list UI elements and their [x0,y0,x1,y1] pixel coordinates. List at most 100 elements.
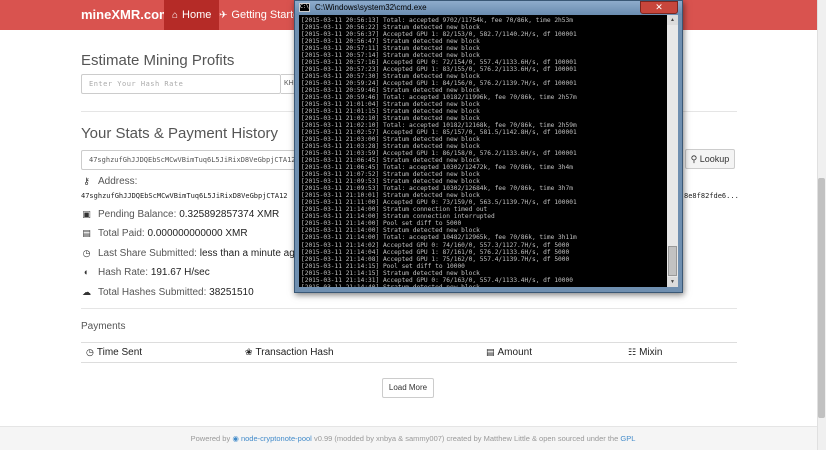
console-line: [2015-03-11 21:14:00] Total: accepted 10… [301,234,577,242]
dashboard-icon: ◐ [83,267,90,277]
console-line: [2015-03-11 20:56:13] Total: accepted 97… [301,17,573,24]
estimate-title: Estimate Mining Profits [81,52,235,69]
console-line: [2015-03-11 21:06:45] Total: accepted 10… [301,164,573,172]
stat-last-share: ◷ Last Share Submitted: less than a minut… [81,248,301,259]
console-line: [2015-03-11 21:09:53] Total: accepted 10… [301,185,573,193]
stats-title: Your Stats & Payment History [81,125,279,142]
load-more-button[interactable]: Load More [382,378,434,398]
column-mixin-label: Mixin [639,347,663,358]
stat-hash-rate: ◐ Hash Rate: 191.67 H/sec [81,267,210,278]
table-header-bottom-border [81,362,737,363]
page-scrollbar-thumb[interactable] [818,178,825,418]
footer-prefix: Powered by [190,434,231,443]
footer-text: Powered by ◉ node-cryptonote-pool v0.99 … [0,434,826,443]
console-line: [2015-03-11 20:56:22] Stratum detected n… [301,24,480,32]
column-amount-label: Amount [497,347,532,358]
console-line: [2015-03-11 21:14:00] Stratum detected n… [301,227,480,235]
column-mixin: ☷ Mixin [628,347,662,358]
paw-icon: ❀ [245,347,253,357]
console-line: [2015-03-11 21:14:40] Stratum detected n… [301,284,577,287]
table-header-top-border [81,342,737,343]
console-line: [2015-03-11 21:14:00] Stratum connection… [301,206,488,214]
footer-license-link[interactable]: GPL [620,434,635,443]
bank-icon: ▣ [82,209,91,219]
console-line: [2015-03-11 21:14:15] Stratum detected n… [301,269,480,277]
hash-rate-label: Hash Rate: [98,267,149,278]
console-line: [2015-03-11 21:03:00] Stratum detected n… [301,136,480,144]
console-line: [2015-03-11 21:02:10] Total: accepted 10… [301,122,577,130]
console-line: [2015-03-11 21:14:00] Stratum connection… [301,213,495,221]
last-share-value: less than a minute ago [199,248,301,259]
lookup-label: Lookup [699,154,730,164]
console-line: [2015-03-11 21:03:59] Accepted GPU 1: 86… [301,150,577,158]
cmd-title: C:\Windows\system32\cmd.exe [315,3,427,12]
search-icon: ⚲ [690,154,698,164]
console-line: [2015-03-11 21:01:15] Stratum detected n… [301,108,480,116]
console-line: [2015-03-11 20:59:24] Accepted GPU 1: 84… [301,80,577,88]
address-value: 47sghzufGhJJDQEbScMCwVBimTuq6L5JiRixD8Ve… [81,192,288,200]
last-share-label: Last Share Submitted: [98,248,197,259]
column-time-sent-label: Time Sent [96,347,143,358]
column-time-sent: ◷ Time Sent [86,347,142,358]
plane-icon: ✈ [219,10,228,21]
console-line: [2015-03-11 21:14:15] Pool set diff to 1… [301,262,465,270]
scroll-up-arrow-icon[interactable]: ▲ [667,15,678,25]
address-input[interactable]: 47sghzufGhJJDQEbScMCwVBimTuq6L5JiRixD8Ve… [81,150,296,170]
stat-address: ⚷ Address: [81,176,137,187]
close-button[interactable]: ✕ [640,1,678,14]
address-value-tail: 8e8f82fde6... [684,192,739,200]
column-amount: ▤ Amount [486,347,532,358]
total-hashes-value: 38251510 [209,287,254,298]
console-line: [2015-03-11 21:07:52] Stratum detected n… [301,171,480,179]
sitemap-icon: ☷ [628,347,637,357]
console-line: [2015-03-11 21:14:00] Pool set diff to 5… [301,220,462,228]
clock-icon: ◷ [86,347,94,357]
cmd-console-output[interactable]: [2015-03-11 20:56:13] Total: accepted 97… [299,15,667,287]
hash-rate-value: 191.67 H/sec [150,267,210,278]
brand-logo[interactable]: mineXMR.com [81,0,171,30]
console-lines: [2015-03-11 20:56:13] Total: accepted 97… [301,17,577,287]
console-line: [2015-03-11 21:06:45] Stratum detected n… [301,157,480,165]
key-icon: ⚷ [83,176,90,186]
console-line: [2015-03-11 20:56:37] Accepted GPU 1: 82… [301,31,577,39]
console-line: [2015-03-11 20:59:46] Total: accepted 10… [301,94,577,102]
github-icon: ◉ [232,434,239,443]
column-transaction-hash-label: Transaction Hash [255,347,334,358]
column-transaction-hash: ❀ Transaction Hash [245,347,334,358]
money-icon: ▤ [486,347,495,357]
scroll-down-arrow-icon[interactable]: ▼ [667,277,678,287]
console-line: [2015-03-11 21:11:00] Accepted GPU 0: 73… [301,199,577,207]
console-line: [2015-03-11 20:57:16] Accepted GPU 0: 72… [301,59,577,67]
console-line: [2015-03-11 21:10:01] Stratum detected n… [301,192,480,200]
home-icon: ⌂ [172,10,179,21]
console-line: [2015-03-11 20:56:47] Stratum detected n… [301,38,480,46]
console-line: [2015-03-11 21:02:10] Stratum detected n… [301,115,480,123]
console-line: [2015-03-11 20:57:14] Stratum detected n… [301,52,480,60]
console-line: [2015-03-11 21:02:57] Accepted GPU 1: 85… [301,129,577,137]
stat-pending-balance: ▣ Pending Balance: 0.325892857374 XMR [81,209,279,220]
console-line: [2015-03-11 21:14:02] Accepted GPU 0: 74… [301,241,570,249]
console-line: [2015-03-11 21:14:31] Accepted GPU 0: 76… [301,276,573,284]
console-line: [2015-03-11 21:14:08] Accepted GPU 1: 75… [301,255,570,263]
address-label: Address: [98,176,138,187]
console-line: [2015-03-11 20:57:11] Stratum detected n… [301,45,480,53]
hash-rate-input[interactable]: Enter Your Hash Rate [81,74,281,94]
stat-total-paid: ▤ Total Paid: 0.000000000000 XMR [81,228,248,239]
console-line: [2015-03-11 21:09:53] Stratum detected n… [301,178,480,186]
cloud-upload-icon: ☁ [82,287,91,297]
console-line: [2015-03-11 21:01:04] Stratum detected n… [301,101,480,109]
cmd-titlebar[interactable]: C:\ C:\Windows\system32\cmd.exe ✕ [295,1,682,15]
footer-project-link[interactable]: node-cryptonote-pool [241,434,312,443]
footer-version: v0.99 (modded by xnbya & sammy007) creat… [313,434,619,443]
total-paid-value: 0.000000000000 XMR [147,228,248,239]
cmd-window[interactable]: C:\ C:\Windows\system32\cmd.exe ✕ [2015-… [294,0,683,293]
pending-label: Pending Balance: [98,209,177,220]
total-paid-label: Total Paid: [98,228,145,239]
pending-value: 0.325892857374 XMR [179,209,280,220]
cmd-scrollbar-thumb[interactable] [668,246,677,276]
close-icon: ✕ [655,2,663,12]
payments-title: Payments [81,321,126,332]
stat-total-hashes: ☁ Total Hashes Submitted: 38251510 [81,287,254,298]
lookup-button[interactable]: ⚲ Lookup [685,149,735,169]
console-line: [2015-03-11 21:14:04] Accepted GPU 1: 87… [301,248,570,256]
